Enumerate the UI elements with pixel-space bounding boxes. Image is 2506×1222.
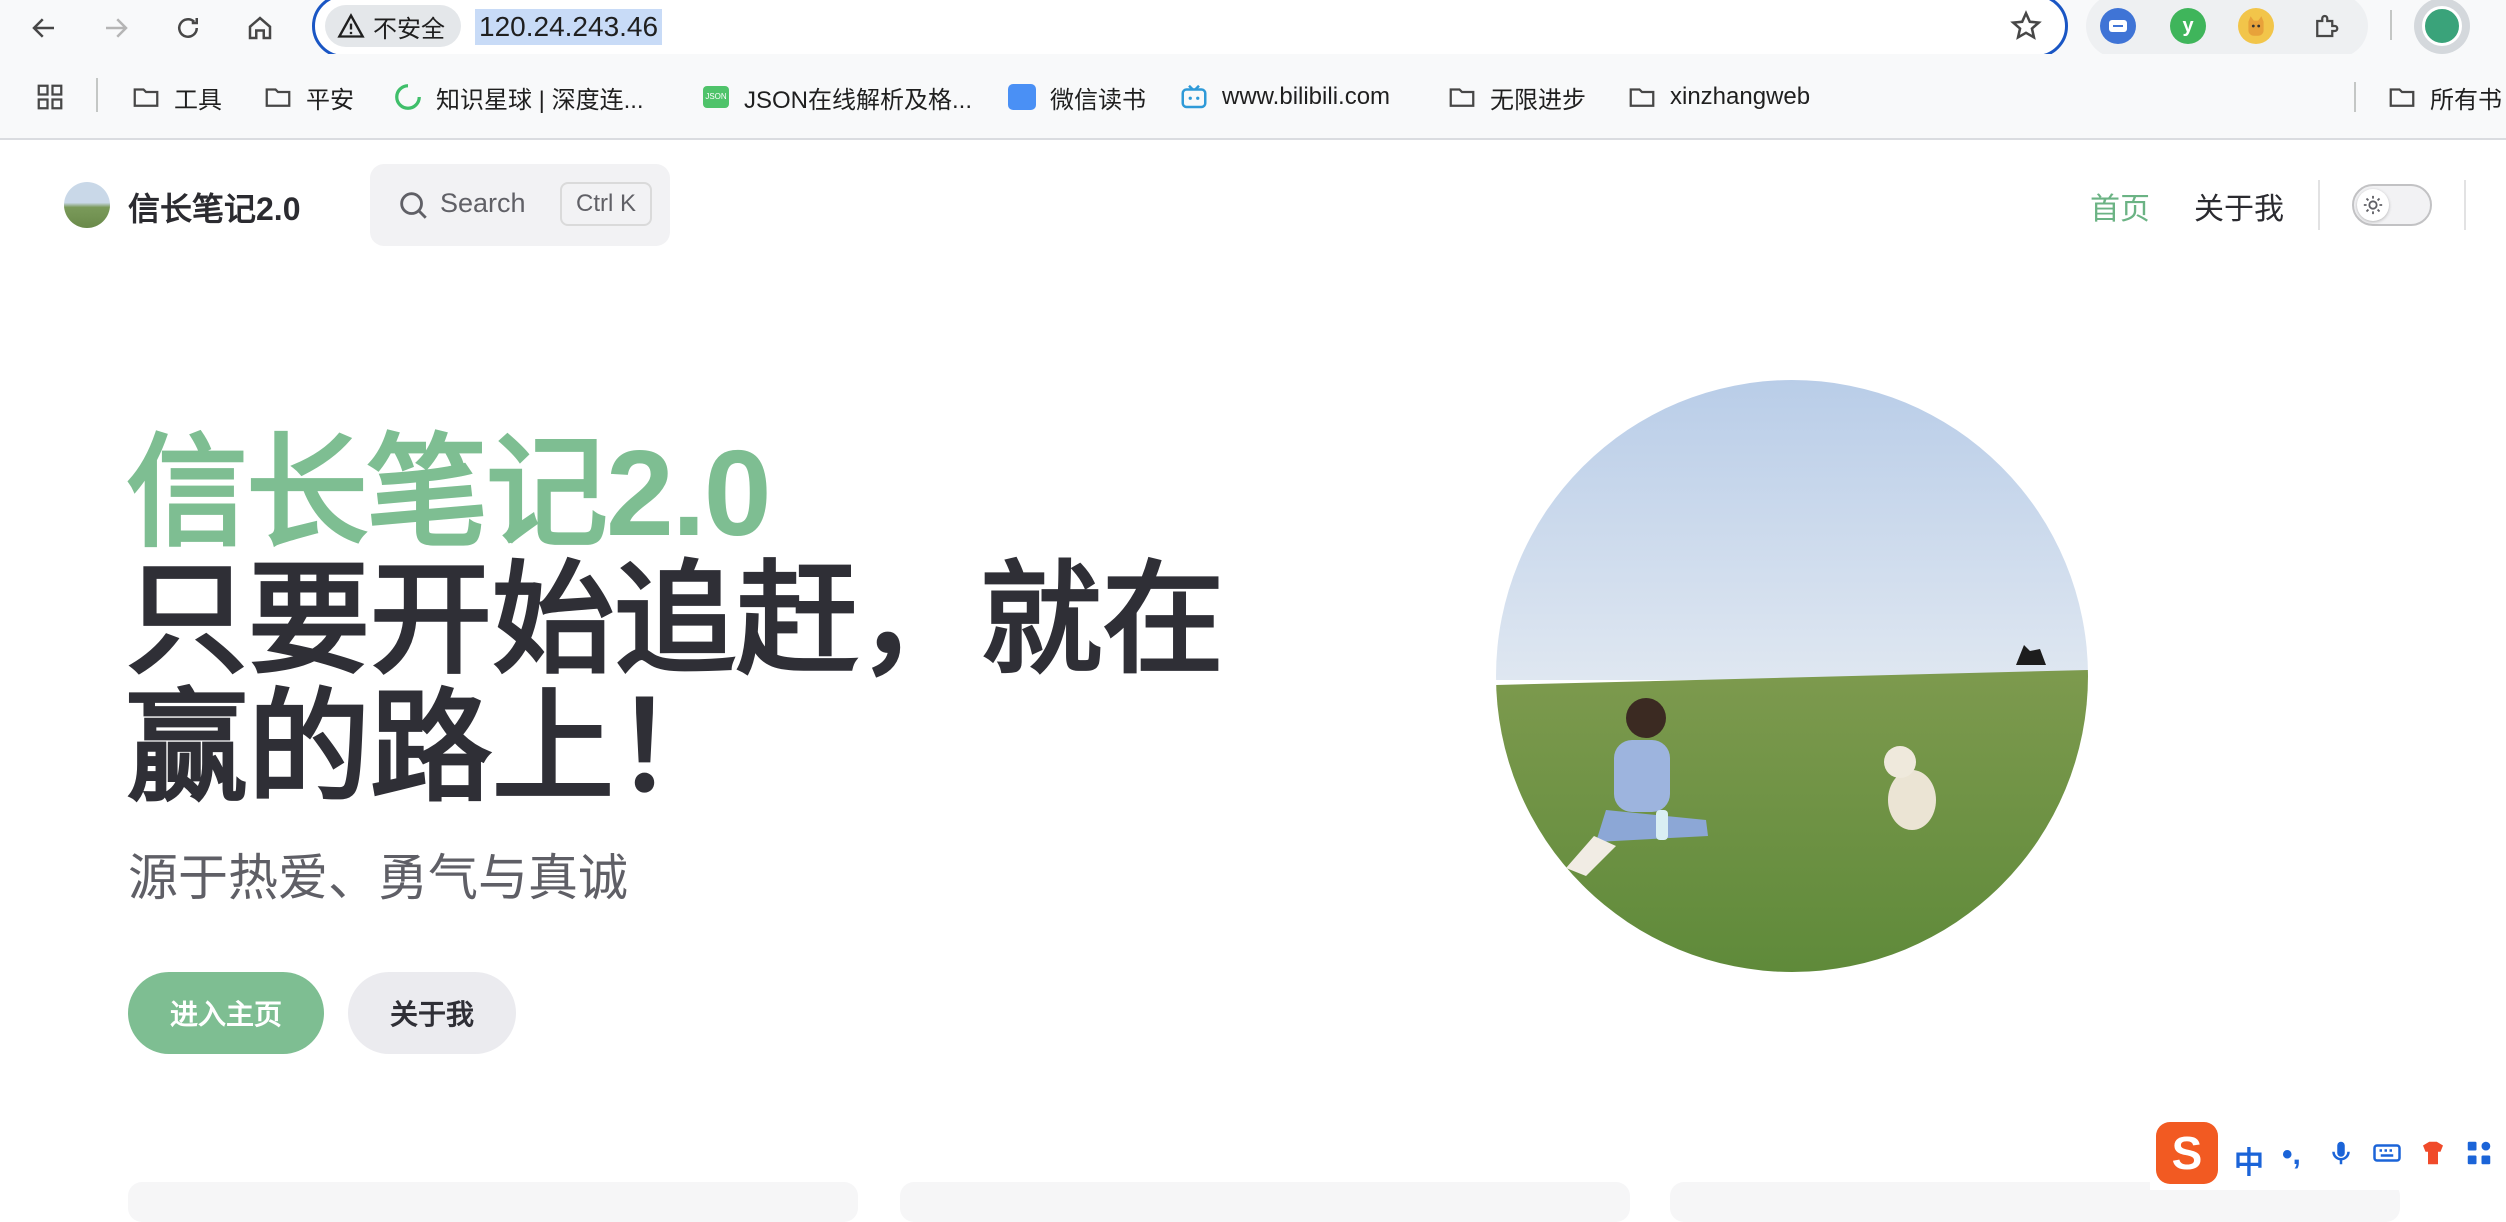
bookmark-item[interactable]: www.bilibili.com bbox=[1178, 80, 1390, 114]
bookmark-label: 平安 bbox=[306, 86, 354, 114]
search-shortcut-badge: Ctrl K bbox=[560, 182, 652, 226]
zsxq-icon bbox=[392, 81, 424, 113]
weread-icon bbox=[1006, 81, 1038, 113]
toolbox-grid-icon[interactable] bbox=[2464, 1138, 2494, 1176]
ime-toolbar: S 中 •, bbox=[2150, 1118, 2506, 1190]
bilibili-icon bbox=[1178, 81, 1210, 113]
bookmark-item[interactable]: 工具 bbox=[130, 80, 222, 114]
avatar bbox=[2422, 6, 2462, 46]
site-title[interactable]: 信长笔记2.0 bbox=[128, 184, 301, 230]
ime-mode-toggle[interactable]: 中 bbox=[2234, 1138, 2264, 1182]
bookmarks-separator bbox=[96, 78, 98, 112]
bookmark-item[interactable]: JSON JSON在线解析及格... bbox=[700, 80, 972, 114]
enter-home-button[interactable]: 进入主页 bbox=[128, 972, 324, 1054]
folder-icon bbox=[1446, 81, 1478, 113]
hero-text: 只要开始追赶，就在赢的路上！ bbox=[126, 552, 1224, 816]
bookmark-item[interactable]: 微信读书 bbox=[1006, 80, 1146, 114]
appearance-toggle[interactable] bbox=[2352, 184, 2432, 226]
bookmarks-separator bbox=[2354, 82, 2356, 112]
reload-button[interactable] bbox=[166, 6, 210, 50]
hero-image bbox=[1496, 380, 2088, 972]
arrow-right-icon bbox=[106, 18, 128, 38]
folder-icon bbox=[262, 81, 294, 113]
bookmark-label: www.bilibili.com bbox=[1222, 83, 1391, 110]
hero-photo bbox=[1496, 380, 2088, 972]
back-button[interactable] bbox=[22, 6, 66, 50]
nav-about[interactable]: 关于我 bbox=[2194, 184, 2284, 228]
bookmark-label: 知识星球 | 深度连... bbox=[436, 86, 644, 114]
bookmark-label: 无限进步 bbox=[1490, 86, 1586, 114]
home-icon bbox=[248, 16, 272, 40]
forward-button[interactable] bbox=[94, 6, 138, 50]
nav-divider bbox=[2464, 180, 2466, 230]
bookmark-label: 工具 bbox=[174, 86, 222, 114]
feature-card[interactable] bbox=[900, 1182, 1630, 1222]
bookmark-item[interactable]: 知识星球 | 深度连... bbox=[392, 80, 644, 114]
hero-name: 信长笔记2.0 bbox=[126, 425, 772, 561]
reload-icon bbox=[178, 18, 198, 38]
arrow-left-icon bbox=[32, 18, 54, 38]
bookmark-star-icon[interactable] bbox=[2009, 9, 2043, 43]
y-extension-label: y bbox=[2182, 14, 2194, 37]
folder-icon bbox=[1626, 81, 1658, 113]
security-chip[interactable]: 不安全 bbox=[325, 5, 461, 47]
address-bar[interactable]: 不安全 120.24.243.46 bbox=[312, 0, 2068, 58]
bookmark-item[interactable]: xinzhangweb bbox=[1626, 80, 1810, 114]
profile-avatar[interactable] bbox=[2414, 0, 2470, 54]
warning-icon bbox=[337, 13, 365, 38]
hero-tagline: 源于热爱、勇气与真诚 bbox=[128, 850, 628, 906]
json-icon: JSON bbox=[700, 81, 732, 113]
bookmark-item[interactable]: 平安 bbox=[262, 80, 354, 114]
site-logo[interactable] bbox=[64, 182, 110, 228]
sun-icon bbox=[2363, 195, 2383, 215]
apps-button[interactable] bbox=[34, 80, 66, 114]
feature-card[interactable] bbox=[128, 1182, 858, 1222]
bookmarks-bar: 工具 平安 知识星球 | 深度连... JSON JSON在线解析及格... 微… bbox=[0, 54, 2506, 140]
ime-punctuation-toggle[interactable]: •, bbox=[2282, 1138, 2301, 1172]
url-text[interactable]: 120.24.243.46 bbox=[475, 9, 663, 45]
bookmark-label: JSON在线解析及格... bbox=[744, 86, 973, 114]
folder-icon bbox=[130, 81, 162, 113]
bookmark-item[interactable]: 所有书 bbox=[2386, 80, 2502, 114]
site-header: 信长笔记2.0 Search Ctrl K 首页 关于我 bbox=[0, 140, 2506, 270]
translate-extension-icon[interactable] bbox=[2100, 8, 2136, 44]
home-button[interactable] bbox=[238, 6, 282, 50]
microphone-icon[interactable] bbox=[2326, 1138, 2356, 1176]
nav-home[interactable]: 首页 bbox=[2090, 184, 2150, 228]
search-label: Search bbox=[440, 188, 526, 218]
skin-icon[interactable] bbox=[2418, 1138, 2448, 1176]
folder-icon bbox=[2386, 81, 2418, 113]
bookmark-label: xinzhangweb bbox=[1670, 83, 1811, 110]
security-label: 不安全 bbox=[373, 15, 445, 43]
toolbar-separator bbox=[2390, 10, 2392, 40]
bookmark-item[interactable]: 无限进步 bbox=[1446, 80, 1586, 114]
extensions-group: y bbox=[2086, 0, 2368, 58]
keyboard-icon[interactable] bbox=[2372, 1138, 2402, 1176]
nav-divider bbox=[2318, 180, 2320, 230]
search-icon bbox=[400, 192, 427, 219]
bookmark-label: 所有书 bbox=[2430, 86, 2502, 114]
cat-extension-icon[interactable] bbox=[2238, 8, 2274, 44]
toggle-knob bbox=[2357, 189, 2389, 221]
apps-grid-icon bbox=[34, 81, 66, 113]
about-me-button[interactable]: 关于我 bbox=[348, 972, 516, 1054]
puzzle-extensions-icon[interactable] bbox=[2308, 8, 2344, 44]
y-extension-icon[interactable]: y bbox=[2170, 8, 2206, 44]
sogou-logo[interactable]: S bbox=[2156, 1122, 2218, 1184]
bookmark-label: 微信读书 bbox=[1050, 86, 1146, 114]
browser-toolbar: 不安全 120.24.243.46 y bbox=[0, 0, 2506, 58]
search-button[interactable]: Search Ctrl K bbox=[370, 164, 670, 246]
